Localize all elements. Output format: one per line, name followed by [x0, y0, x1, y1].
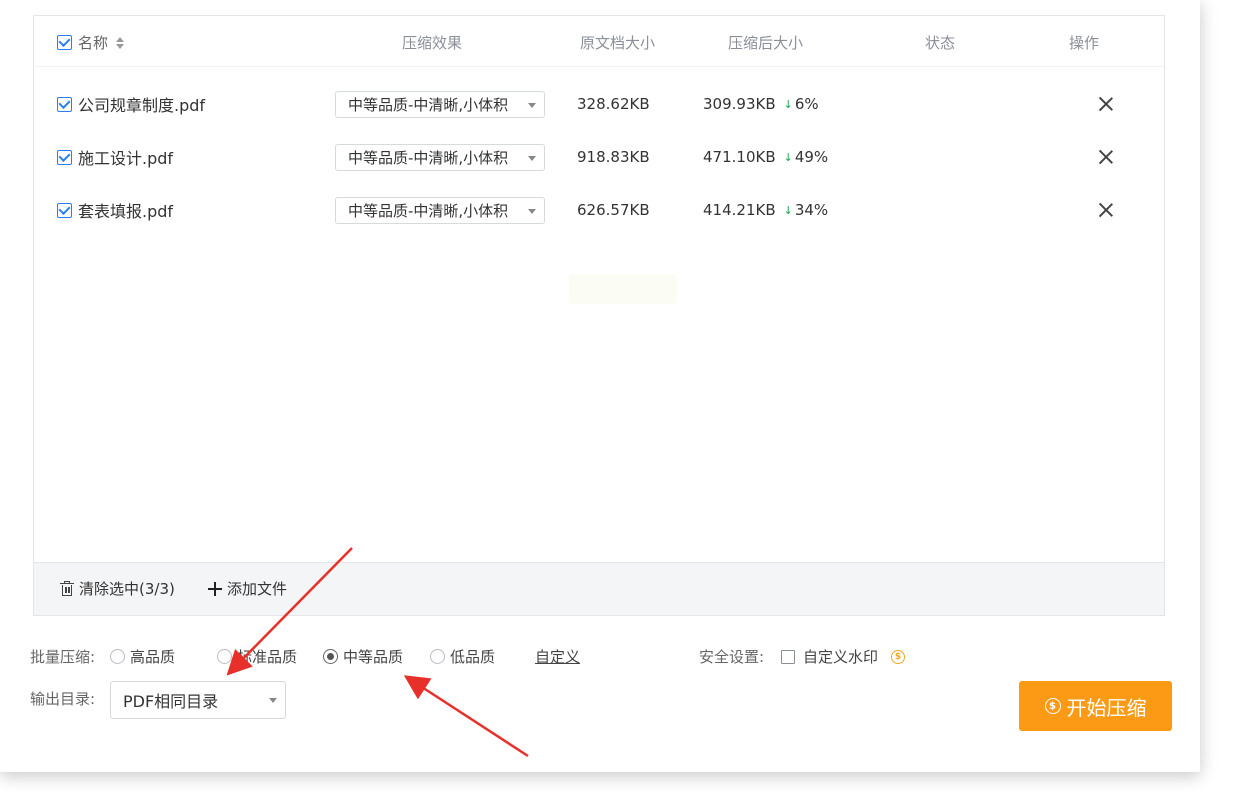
clear-selected-label: 清除选中(3/3): [79, 580, 175, 598]
empty-area-highlight: [569, 274, 677, 304]
arrow-down-icon: ↓: [783, 203, 793, 217]
plus-icon: [208, 581, 222, 596]
file-name-cell: 套表填报.pdf: [57, 190, 173, 230]
file-name: 施工设计.pdf: [78, 149, 174, 168]
compressed-size-cell: 471.10KB ↓ 49%: [703, 137, 828, 177]
custom-link[interactable]: 自定义: [535, 646, 580, 667]
file-name: 套表填报.pdf: [78, 202, 174, 221]
original-size: 328.62KB: [577, 95, 650, 113]
radio-button[interactable]: [430, 649, 445, 664]
custom-watermark-option[interactable]: 自定义水印 $: [781, 646, 906, 667]
close-icon[interactable]: [1099, 150, 1113, 164]
radio-high-quality[interactable]: 高品质: [110, 646, 175, 667]
file-table: 名称 压缩效果 原文档大小 压缩后大小 状态 操作 公司规章制度.pdf 中等品…: [33, 15, 1165, 616]
close-icon[interactable]: [1099, 97, 1113, 111]
header-name-label: 名称: [78, 34, 109, 52]
effect-select[interactable]: 中等品质-中清晰,小体积: [335, 90, 545, 118]
operation-cell: [1099, 137, 1113, 177]
radio-label: 低品质: [450, 648, 496, 666]
radio-button[interactable]: [217, 649, 232, 664]
reduction-badge: ↓ 49%: [784, 148, 829, 166]
add-file-label: 添加文件: [227, 580, 288, 598]
row-checkbox[interactable]: [57, 96, 72, 112]
original-size: 626.57KB: [577, 201, 650, 219]
chevron-down-icon: [528, 155, 536, 161]
row-checkbox[interactable]: [57, 149, 72, 165]
table-row: 施工设计.pdf 中等品质-中清晰,小体积 918.83KB 471.10KB …: [34, 137, 1164, 177]
file-name: 公司规章制度.pdf: [78, 96, 206, 115]
header-effect: 压缩效果: [402, 34, 463, 52]
operation-cell: [1099, 190, 1113, 230]
file-name-cell: 施工设计.pdf: [57, 137, 173, 177]
start-compress-button[interactable]: $ 开始压缩: [1019, 681, 1172, 731]
table-footer: 清除选中(3/3) 添加文件: [34, 562, 1164, 615]
reduction-percent: 6%: [794, 95, 819, 113]
chevron-down-icon: [528, 102, 536, 108]
coin-icon: $: [1044, 698, 1061, 714]
chevron-down-icon: [528, 208, 536, 214]
header-compressed-size: 压缩后大小: [728, 34, 804, 52]
chevron-down-icon: [269, 698, 277, 703]
file-name-cell: 公司规章制度.pdf: [57, 84, 205, 124]
row-checkbox[interactable]: [57, 202, 72, 218]
effect-cell: 中等品质-中清晰,小体积: [335, 190, 545, 230]
radio-low-quality[interactable]: 低品质: [430, 646, 495, 667]
header-name[interactable]: 名称: [57, 32, 125, 53]
output-dir-label: 输出目录:: [30, 690, 96, 708]
effect-select[interactable]: 中等品质-中清晰,小体积: [335, 143, 545, 171]
compressed-size-cell: 414.21KB ↓ 34%: [703, 190, 828, 230]
trash-icon: [60, 580, 74, 597]
header-status: 状态: [925, 34, 956, 52]
table-header: 名称 压缩效果 原文档大小 压缩后大小 状态 操作: [34, 16, 1164, 67]
reduction-badge: ↓ 34%: [784, 201, 829, 219]
effect-select-value: 中等品质-中清晰,小体积: [348, 95, 509, 114]
table-row: 套表填报.pdf 中等品质-中清晰,小体积 626.57KB 414.21KB …: [34, 190, 1164, 230]
effect-cell: 中等品质-中清晰,小体积: [335, 137, 545, 177]
radio-label: 标准品质: [237, 648, 298, 666]
radio-label: 高品质: [130, 648, 176, 666]
operation-cell: [1099, 84, 1113, 124]
batch-compress-label: 批量压缩:: [30, 648, 96, 666]
add-file-button[interactable]: 添加文件: [208, 578, 287, 599]
effect-select[interactable]: 中等品质-中清晰,小体积: [335, 196, 545, 224]
effect-select-value: 中等品质-中清晰,小体积: [348, 201, 509, 220]
table-row: 公司规章制度.pdf 中等品质-中清晰,小体积 328.62KB 309.93K…: [34, 84, 1164, 124]
header-original-size: 原文档大小: [580, 34, 656, 52]
reduction-percent: 34%: [794, 201, 829, 219]
coin-icon: $: [891, 649, 906, 664]
clear-selected-button[interactable]: 清除选中(3/3): [60, 578, 175, 599]
reduction-percent: 49%: [794, 148, 829, 166]
arrow-down-icon: ↓: [783, 97, 793, 111]
effect-cell: 中等品质-中清晰,小体积: [335, 84, 545, 124]
original-size: 918.83KB: [577, 148, 650, 166]
effect-select-value: 中等品质-中清晰,小体积: [348, 148, 509, 167]
output-dir-value: PDF相同目录: [123, 692, 219, 711]
close-icon[interactable]: [1099, 203, 1113, 217]
watermark-checkbox[interactable]: [781, 649, 795, 664]
radio-medium-quality[interactable]: 中等品质: [323, 646, 403, 667]
radio-button-selected[interactable]: [323, 649, 338, 664]
arrow-down-icon: ↓: [783, 150, 793, 164]
security-settings-label: 安全设置:: [699, 648, 765, 666]
reduction-badge: ↓ 6%: [784, 95, 819, 113]
compressed-size-cell: 309.93KB ↓ 6%: [703, 84, 819, 124]
radio-label: 中等品质: [343, 648, 404, 666]
compressed-size: 471.10KB: [703, 148, 776, 166]
compressed-size: 414.21KB: [703, 201, 776, 219]
compress-window: 名称 压缩效果 原文档大小 压缩后大小 状态 操作 公司规章制度.pdf 中等品…: [0, 0, 1200, 772]
sort-icon[interactable]: [116, 35, 125, 51]
output-dir-select[interactable]: PDF相同目录: [110, 681, 286, 719]
watermark-label: 自定义水印: [803, 648, 879, 666]
compressed-size: 309.93KB: [703, 95, 776, 113]
radio-standard-quality[interactable]: 标准品质: [217, 646, 297, 667]
select-all-checkbox[interactable]: [57, 35, 72, 50]
radio-button[interactable]: [110, 649, 125, 664]
start-compress-label: 开始压缩: [1066, 695, 1147, 720]
header-operation: 操作: [1069, 34, 1100, 52]
